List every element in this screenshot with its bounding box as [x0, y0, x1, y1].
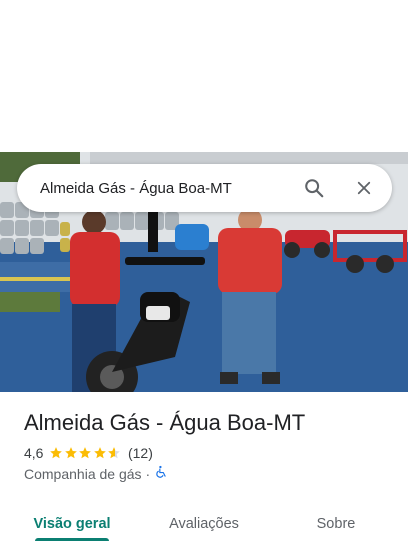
map-blank-area: [0, 0, 408, 152]
review-count[interactable]: (12): [128, 445, 153, 461]
star-half-icon: [108, 447, 121, 459]
tab-reviews-label: Avaliações: [169, 515, 239, 532]
search-icon[interactable]: [294, 168, 334, 208]
rating-stars: [49, 446, 122, 460]
star-icon: [79, 447, 92, 459]
tab-about-label: Sobre: [316, 515, 356, 532]
place-category: Companhia de gás: [24, 465, 142, 482]
place-tabs: Visão geral Avaliações Sobre: [0, 503, 408, 544]
rating-value: 4,6: [24, 445, 44, 461]
rating-row[interactable]: 4,6 (12): [24, 445, 153, 461]
search-input[interactable]: Almeida Gás - Água Boa-MT: [40, 180, 294, 197]
tab-overview-label: Visão geral: [33, 515, 111, 532]
place-info-panel: Almeida Gás - Água Boa-MT 4,6 (12) Compa…: [0, 392, 408, 544]
tab-overview[interactable]: Visão geral: [0, 503, 144, 544]
separator: ·: [145, 465, 151, 482]
star-icon: [65, 447, 77, 459]
tab-about[interactable]: Sobre: [264, 503, 408, 544]
wheelchair-icon: [154, 465, 168, 482]
tab-reviews[interactable]: Avaliações: [144, 503, 264, 544]
star-icon: [94, 447, 106, 459]
tab-selected-indicator: [35, 538, 109, 541]
close-icon[interactable]: [344, 168, 384, 208]
search-bar[interactable]: Almeida Gás - Água Boa-MT: [17, 164, 392, 212]
star-icon: [50, 447, 63, 459]
category-row: Companhia de gás ·: [24, 465, 168, 482]
place-title: Almeida Gás - Água Boa-MT: [24, 410, 306, 435]
